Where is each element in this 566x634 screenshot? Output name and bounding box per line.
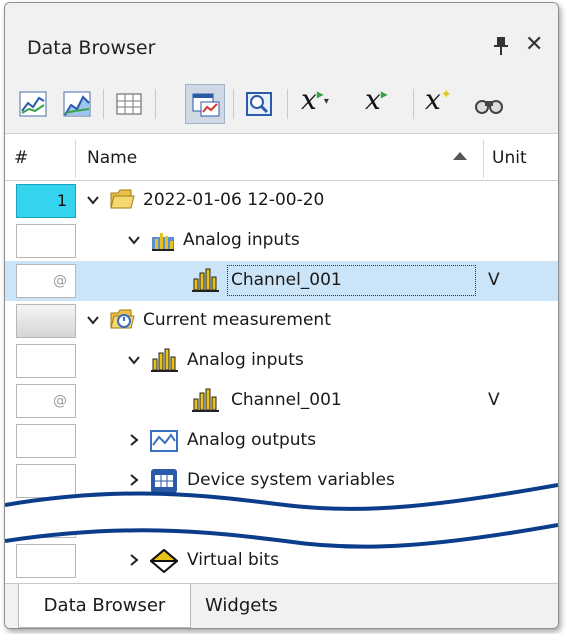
zoom-icon[interactable] [239,84,279,124]
group-label: Analog outputs [187,430,317,450]
split-view-icon[interactable] [185,84,225,124]
toolbar-separator [103,89,104,119]
link-icon[interactable] [473,95,505,115]
toolbar-separator [233,89,234,119]
column-name-header[interactable]: Name [87,148,137,168]
pin-icon[interactable] [491,34,511,58]
analog-inputs-icon [151,348,178,372]
column-unit-header[interactable]: Unit [492,148,527,168]
toolbar-separator [287,89,288,119]
chevron-right-icon[interactable] [127,433,141,447]
current-measurement-icon [110,309,135,329]
column-divider[interactable] [75,140,76,178]
chevron-down-icon[interactable] [127,353,141,367]
channel-label: Channel_001 [231,390,342,410]
formula-icon[interactable]: x▸ [365,83,388,116]
table-row[interactable]: Analog inputs [5,221,558,261]
table-row[interactable]: @ Channel_001 V [5,261,558,301]
row-index[interactable]: @ [16,264,76,298]
analog-inputs-icon [152,233,174,251]
column-number-header[interactable]: # [14,148,28,168]
close-icon[interactable]: ✕ [525,33,543,57]
area-chart-icon[interactable] [57,84,97,124]
measurement-label: Current measurement [143,310,331,330]
row-index[interactable] [16,344,76,378]
table-icon[interactable] [109,84,149,124]
channel-label: Channel_001 [231,270,342,290]
unit-value: V [488,390,500,410]
measurement-label: 2022-01-06 12-00-20 [143,190,325,210]
title-bar: Data Browser ✕ [5,3,558,75]
analog-outputs-icon [150,430,178,452]
tab-data-browser[interactable]: Data Browser [18,584,191,628]
chevron-down-icon[interactable] [86,313,100,327]
row-index[interactable]: 1 [16,184,76,218]
unit-value: V [488,270,500,290]
toolbar-separator [155,89,156,119]
group-label: Analog inputs [183,230,300,250]
tab-widgets[interactable]: Widgets [205,584,278,628]
row-index[interactable] [16,224,76,258]
row-index[interactable] [16,424,76,458]
chevron-right-icon[interactable] [127,553,141,567]
formula-dropdown-icon[interactable]: x▸▾ [301,83,329,116]
line-chart-icon[interactable] [13,84,53,124]
channel-icon [192,388,219,412]
toolbar-separator [413,89,414,119]
table-row[interactable]: 1 2022-01-06 12-00-20 [5,181,558,221]
table-row[interactable]: Analog outputs [5,421,558,461]
toolbar: x▸▾ x▸ x✦ [5,75,558,134]
data-browser-panel: Data Browser ✕ x▸▾ x▸ x✦ # Name Unit 1 2… [4,2,559,629]
column-header: # Name Unit [5,134,558,181]
sort-ascending-icon[interactable] [453,152,467,160]
tab-bar: Data Browser Widgets [5,583,558,628]
table-row[interactable]: @ Channel_001 V [5,381,558,421]
table-row[interactable]: Current measurement [5,301,558,341]
group-label: Virtual bits [187,550,279,570]
chevron-down-icon[interactable] [127,233,141,247]
table-row[interactable]: Analog inputs [5,341,558,381]
channel-icon [192,268,219,292]
group-label: Analog inputs [187,350,304,370]
column-divider[interactable] [483,140,484,178]
folder-icon [110,189,135,209]
content-break-wave [5,483,558,549]
panel-title: Data Browser [27,37,156,59]
row-index[interactable] [16,304,76,338]
row-index[interactable]: @ [16,384,76,418]
new-variable-icon[interactable]: x✦ [425,83,452,116]
chevron-down-icon[interactable] [86,193,100,207]
